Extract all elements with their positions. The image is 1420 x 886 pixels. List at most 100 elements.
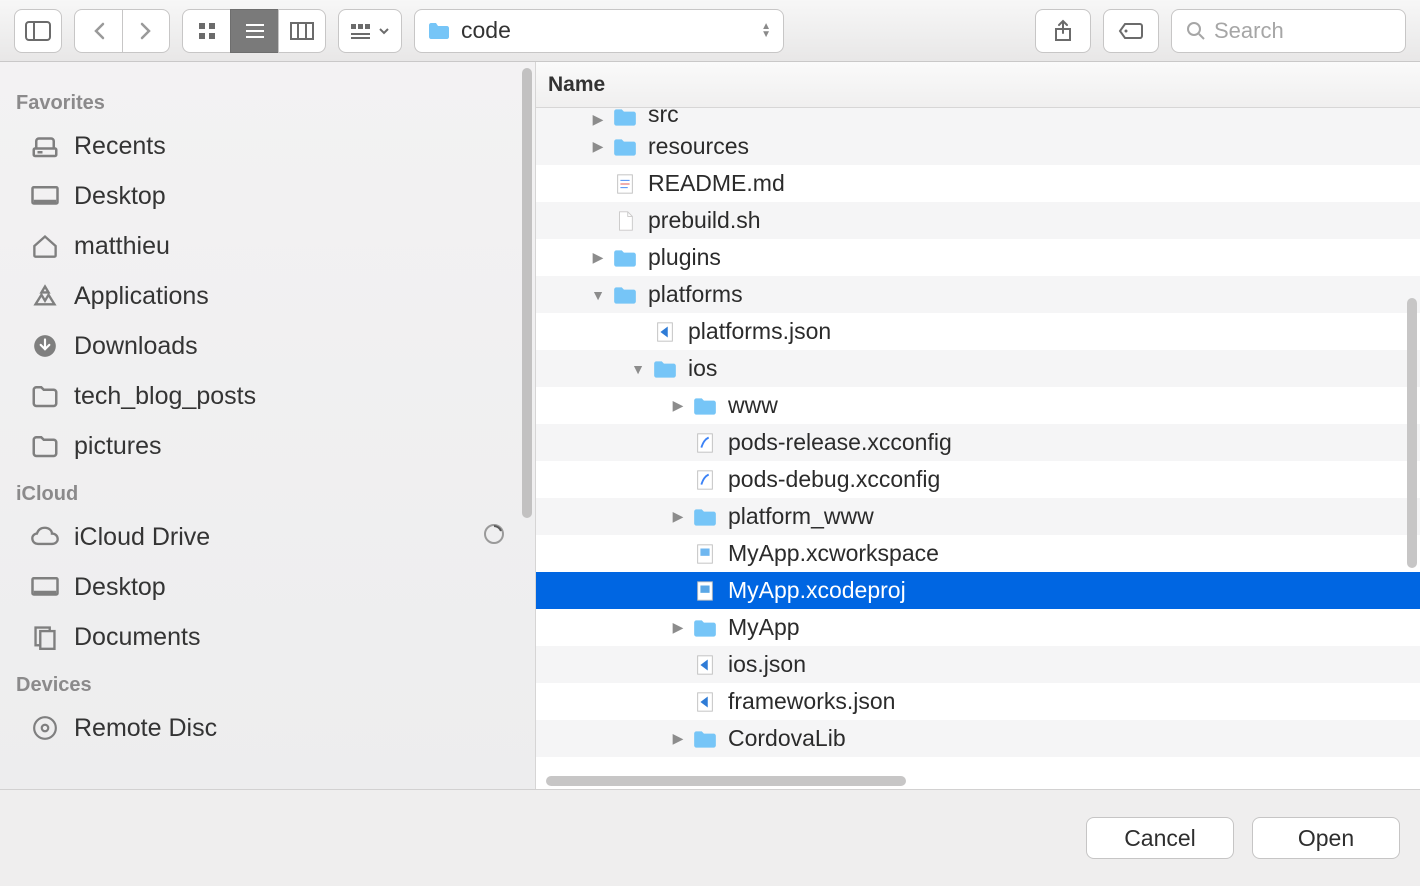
file-row[interactable]: ▶MyApp.xcworkspace [536,535,1420,572]
file-name: platforms [648,281,743,308]
file-row[interactable]: ▶ plugins [536,239,1420,276]
path-selector[interactable]: code ▲▼ [414,9,784,53]
file-name: ios.json [728,651,806,678]
sidebar-item-remote-disc[interactable]: Remote Disc [0,703,535,753]
cloud-icon [30,524,60,550]
sidebar-item-applications[interactable]: Applications [0,271,535,321]
file-row[interactable]: ▶platforms.json [536,313,1420,350]
search-icon [1186,21,1206,41]
group-button[interactable] [338,9,402,53]
disclosure-right-icon[interactable]: ▶ [590,138,606,155]
view-columns-button[interactable] [278,9,326,53]
xcws-icon [692,543,718,565]
sidebar-item-downloads[interactable]: Downloads [0,321,535,371]
chevron-down-icon [378,26,390,36]
file-name: platform_www [728,503,874,530]
file-row[interactable]: ▶resources [536,128,1420,165]
sidebar-item-label: iCloud Drive [74,523,210,552]
file-name: pods-debug.xcconfig [728,466,940,493]
file-row[interactable]: ▼ platforms [536,276,1420,313]
search-placeholder: Search [1214,18,1284,44]
file-row[interactable]: ▶pods-debug.xcconfig [536,461,1420,498]
file-scrollbar-vertical[interactable] [1407,298,1417,568]
file-name: plugins [648,244,721,271]
disclosure-right-icon[interactable]: ▶ [590,111,606,128]
file-row[interactable]: ▶README.md [536,165,1420,202]
folder-icon [652,358,678,380]
list-icon [244,22,266,40]
file-scrollbar-horizontal[interactable] [546,776,906,786]
cancel-button[interactable]: Cancel [1086,817,1234,859]
share-button[interactable] [1035,9,1091,53]
grid-icon [197,21,217,41]
sidebar-item-desktop[interactable]: Desktop [0,171,535,221]
file-name: src [648,108,679,128]
sidebar-item-documents[interactable]: Documents [0,612,535,662]
disc-icon [30,715,60,741]
folder-icon [612,247,638,269]
file-name: MyApp.xcodeproj [728,577,906,604]
file-row[interactable]: ▶MyApp.xcodeproj [536,572,1420,609]
xcproj-icon [692,580,718,602]
disclosure-right-icon[interactable]: ▶ [670,397,686,414]
file-name: README.md [648,170,785,197]
search-input[interactable]: Search [1171,9,1406,53]
vscode-icon [652,321,678,343]
sidebar-item-matthieu[interactable]: matthieu [0,221,535,271]
recents-icon [30,133,60,159]
blank-icon [612,210,638,232]
sidebar-section-title: Favorites [0,80,535,121]
file-row[interactable]: ▶frameworks.json [536,683,1420,720]
sidebar-item-tech-blog-posts[interactable]: tech_blog_posts [0,371,535,421]
sidebar-item-desktop[interactable]: Desktop [0,562,535,612]
sidebar: FavoritesRecentsDesktopmatthieuApplicati… [0,62,536,789]
file-row[interactable]: ▶CordovaLib [536,720,1420,757]
back-button[interactable] [74,9,122,53]
disclosure-down-icon[interactable]: ▼ [590,287,606,303]
desktop-icon [30,183,60,209]
file-row[interactable]: ▶ios.json [536,646,1420,683]
sidebar-toggle-button[interactable] [14,9,62,53]
toolbar: code ▲▼ Search [0,0,1420,62]
view-buttons [182,9,326,53]
chevron-right-icon [139,22,153,40]
disclosure-right-icon[interactable]: ▶ [670,730,686,747]
file-row[interactable]: ▶ platform_www [536,498,1420,535]
column-header-name[interactable]: Name [536,62,1420,108]
stepper-icon: ▲▼ [761,23,771,39]
open-button[interactable]: Open [1252,817,1400,859]
columns-icon [290,22,314,40]
file-row[interactable]: ▶www [536,387,1420,424]
tags-button[interactable] [1103,9,1159,53]
view-icons-button[interactable] [182,9,230,53]
file-row[interactable]: ▶pods-release.xcconfig [536,424,1420,461]
sidebar-item-label: matthieu [74,232,170,261]
file-row[interactable]: ▶ src [536,108,1420,128]
file-row[interactable]: ▼ios [536,350,1420,387]
body: FavoritesRecentsDesktopmatthieuApplicati… [0,62,1420,789]
folder-icon [692,728,718,750]
nav-buttons [74,9,170,53]
file-name: MyApp.xcworkspace [728,540,939,567]
apps-icon [30,283,60,309]
file-row[interactable]: ▶prebuild.sh [536,202,1420,239]
sidebar-item-label: Remote Disc [74,714,217,743]
folder-icon [692,506,718,528]
sidebar-item-recents[interactable]: Recents [0,121,535,171]
home-icon [30,233,60,259]
disclosure-down-icon[interactable]: ▼ [630,361,646,377]
tag-icon [1118,21,1144,41]
sidebar-item-icloud-drive[interactable]: iCloud Drive [0,512,535,562]
vscode-icon [692,691,718,713]
sidebar-item-label: Desktop [74,573,166,602]
forward-button[interactable] [122,9,170,53]
sidebar-item-pictures[interactable]: pictures [0,421,535,471]
disclosure-right-icon[interactable]: ▶ [670,619,686,636]
view-list-button[interactable] [230,9,278,53]
file-row[interactable]: ▶MyApp [536,609,1420,646]
file-name: platforms.json [688,318,831,345]
disclosure-right-icon[interactable]: ▶ [670,508,686,525]
sidebar-scrollbar[interactable] [522,68,532,518]
sidebar-item-label: tech_blog_posts [74,382,256,411]
disclosure-right-icon[interactable]: ▶ [590,249,606,266]
